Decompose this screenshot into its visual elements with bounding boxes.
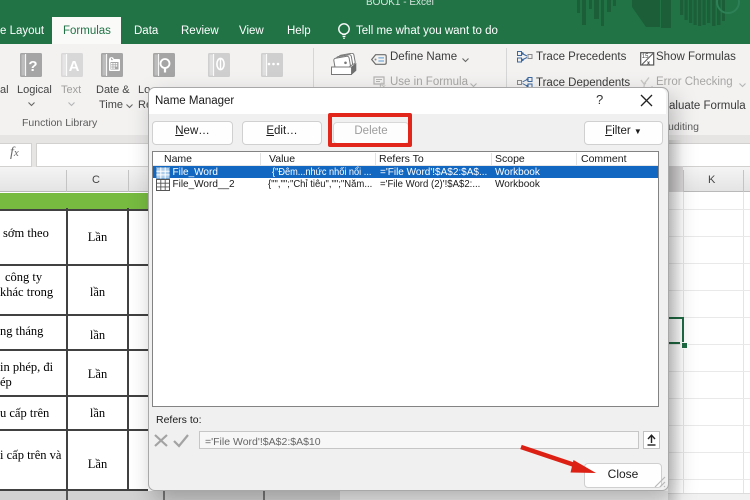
svg-text:15: 15 [642, 54, 649, 60]
svg-text:?: ? [28, 58, 37, 75]
svg-text:A: A [69, 58, 80, 75]
